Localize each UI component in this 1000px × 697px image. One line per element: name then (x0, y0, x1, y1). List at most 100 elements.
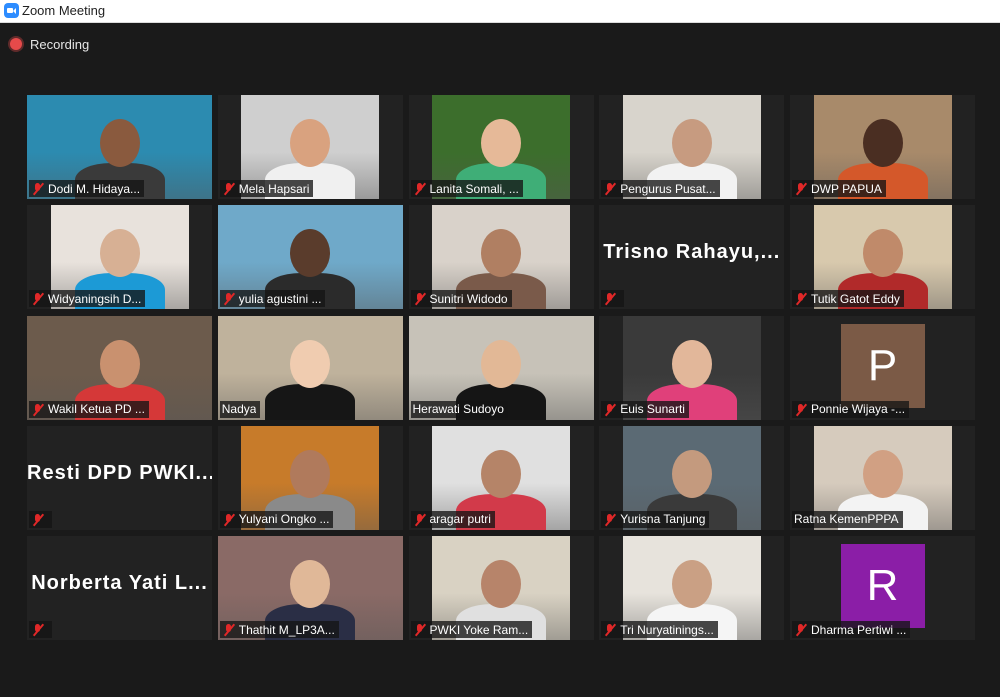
participant-name: Ponnie Wijaya -... (811, 402, 906, 416)
participant-name-tag: Lanita Somali, ... (410, 180, 523, 197)
person-face (862, 119, 903, 167)
muted-mic-icon (31, 292, 45, 306)
person-face (481, 339, 521, 388)
muted-mic-icon (31, 623, 45, 637)
participant-tile[interactable]: Yurisna Tanjung (599, 425, 785, 530)
person-face (481, 119, 521, 167)
recording-label: Recording (30, 36, 90, 52)
person-face (481, 229, 521, 278)
person-face (99, 339, 140, 388)
participant-name: Dodi M. Hidaya... (48, 181, 141, 196)
muted-mic-icon (31, 513, 45, 527)
muted-mic-icon (603, 182, 617, 196)
participant-name: Lanita Somali, ... (429, 181, 519, 196)
participant-tile[interactable]: Lanita Somali, ... (408, 95, 594, 199)
muted-mic-icon (413, 513, 426, 527)
zoom-camera-icon (4, 3, 19, 18)
person-face (671, 339, 712, 388)
muted-mic-icon (222, 513, 235, 527)
person-face (481, 560, 521, 608)
participant-name: PWKI Yoke Ram... (429, 622, 529, 637)
participant-name: Mela Hapsari (238, 181, 310, 196)
participant-tile[interactable]: Wakil Ketua PD ... (27, 315, 212, 420)
participant-name: Tutik Gatot Eddy (811, 291, 900, 306)
person-face (99, 119, 140, 167)
person-face (290, 560, 331, 608)
participant-tile[interactable]: R Dharma Pertiwi ... (790, 536, 975, 640)
muted-mic-icon (413, 623, 426, 637)
participant-tile[interactable]: P Ponnie Wijaya -... (790, 315, 975, 420)
participant-name-tag: aragar putri (410, 510, 495, 528)
muted-mic-icon (222, 623, 235, 637)
person-face (290, 119, 331, 167)
participant-name-tag: yulia agustini ... (219, 290, 326, 308)
participant-display-name: Resti DPD PWKI... (27, 461, 212, 484)
participant-tile[interactable]: PWKI Yoke Ram... (408, 536, 594, 640)
participant-name-tag: Mela Hapsari (219, 180, 314, 197)
participant-name-tag: Dharma Pertiwi ... (792, 621, 911, 638)
participant-name-tag: Herawati Sudoyo (410, 400, 508, 418)
participant-tile[interactable]: Mela Hapsari (217, 95, 403, 199)
muted-mic-icon (222, 292, 235, 306)
participant-name-tag: Tutik Gatot Eddy (792, 290, 904, 308)
participant-tile[interactable]: Yulyani Ongko ... (217, 425, 403, 530)
person-face (290, 339, 331, 388)
participant-name: Herawati Sudoyo (412, 402, 504, 416)
muted-mic-icon (413, 292, 426, 306)
participant-tile[interactable]: Resti DPD PWKI... (27, 425, 212, 530)
record-dot-icon (10, 38, 22, 50)
participant-tile[interactable]: Herawati Sudoyo (408, 315, 594, 420)
participant-name-tag (29, 510, 52, 528)
participant-name: Dharma Pertiwi ... (811, 622, 907, 637)
person-face (290, 449, 331, 498)
participant-name: Widyaningsih D... (48, 291, 142, 306)
participant-name: Nadya (221, 402, 257, 416)
muted-mic-icon (222, 182, 235, 196)
participant-tile[interactable]: Euis Sunarti (599, 315, 785, 420)
participant-tile[interactable]: Tutik Gatot Eddy (790, 205, 975, 310)
muted-mic-icon (794, 292, 808, 306)
participant-tile[interactable]: Thathit M_LP3A... (217, 536, 403, 640)
avatar-initial: R (840, 544, 925, 628)
participant-name: Pengurus Pusat... (620, 181, 716, 196)
muted-mic-icon (31, 403, 45, 416)
participant-name-tag (601, 290, 625, 308)
muted-mic-icon (413, 182, 426, 196)
participant-tile[interactable]: Pengurus Pusat... (599, 95, 785, 199)
participant-name-tag: Tri Nuryatinings... (601, 621, 718, 638)
participant-tile[interactable]: Dodi M. Hidaya... (27, 95, 212, 199)
participant-name-tag: Ponnie Wijaya -... (792, 400, 910, 418)
participant-tile[interactable]: Widyaningsih D... (27, 205, 212, 310)
participant-tile[interactable]: DWP PAPUA (790, 95, 975, 199)
person-face (671, 449, 712, 498)
participant-name-tag: Yurisna Tanjung (601, 510, 710, 528)
person-face (671, 560, 712, 608)
participant-name-tag: Widyaningsih D... (29, 290, 146, 308)
participant-name-tag: Wakil Ketua PD ... (29, 400, 149, 418)
participant-display-name: Norberta Yati L... (31, 572, 208, 594)
muted-mic-icon (603, 292, 617, 306)
avatar-initial: P (840, 323, 925, 408)
participant-name: Sunitri Widodo (429, 291, 508, 306)
participant-tile[interactable]: Ratna KemenPPPA (790, 425, 975, 530)
person-silhouette (265, 383, 356, 420)
muted-mic-icon (794, 403, 808, 416)
participant-name: aragar putri (429, 512, 491, 527)
gallery-grid: Dodi M. Hidaya... Mela Hapsari Lanita Soma… (27, 95, 975, 640)
participant-name-tag: Sunitri Widodo (410, 290, 512, 308)
participant-name: Ratna KemenPPPA (794, 512, 899, 527)
participant-tile[interactable]: yulia agustini ... (217, 205, 403, 310)
participant-tile[interactable]: Tri Nuryatinings... (599, 536, 785, 640)
recording-indicator[interactable]: Recording (10, 35, 89, 53)
participant-tile[interactable]: aragar putri (408, 425, 594, 530)
participant-tile[interactable]: Norberta Yati L... (27, 536, 212, 640)
participant-tile[interactable]: Nadya (217, 315, 403, 420)
participant-tile[interactable]: Sunitri Widodo (408, 205, 594, 310)
participant-name-tag: DWP PAPUA (792, 180, 886, 197)
participant-name: yulia agustini ... (238, 291, 322, 306)
participant-name: Tri Nuryatinings... (620, 622, 714, 637)
participant-tile[interactable]: Trisno Rahayu,... (599, 205, 785, 310)
participant-name-tag: Euis Sunarti (601, 400, 689, 418)
participant-name-tag: Yulyani Ongko ... (219, 510, 334, 528)
person-face (481, 449, 521, 498)
